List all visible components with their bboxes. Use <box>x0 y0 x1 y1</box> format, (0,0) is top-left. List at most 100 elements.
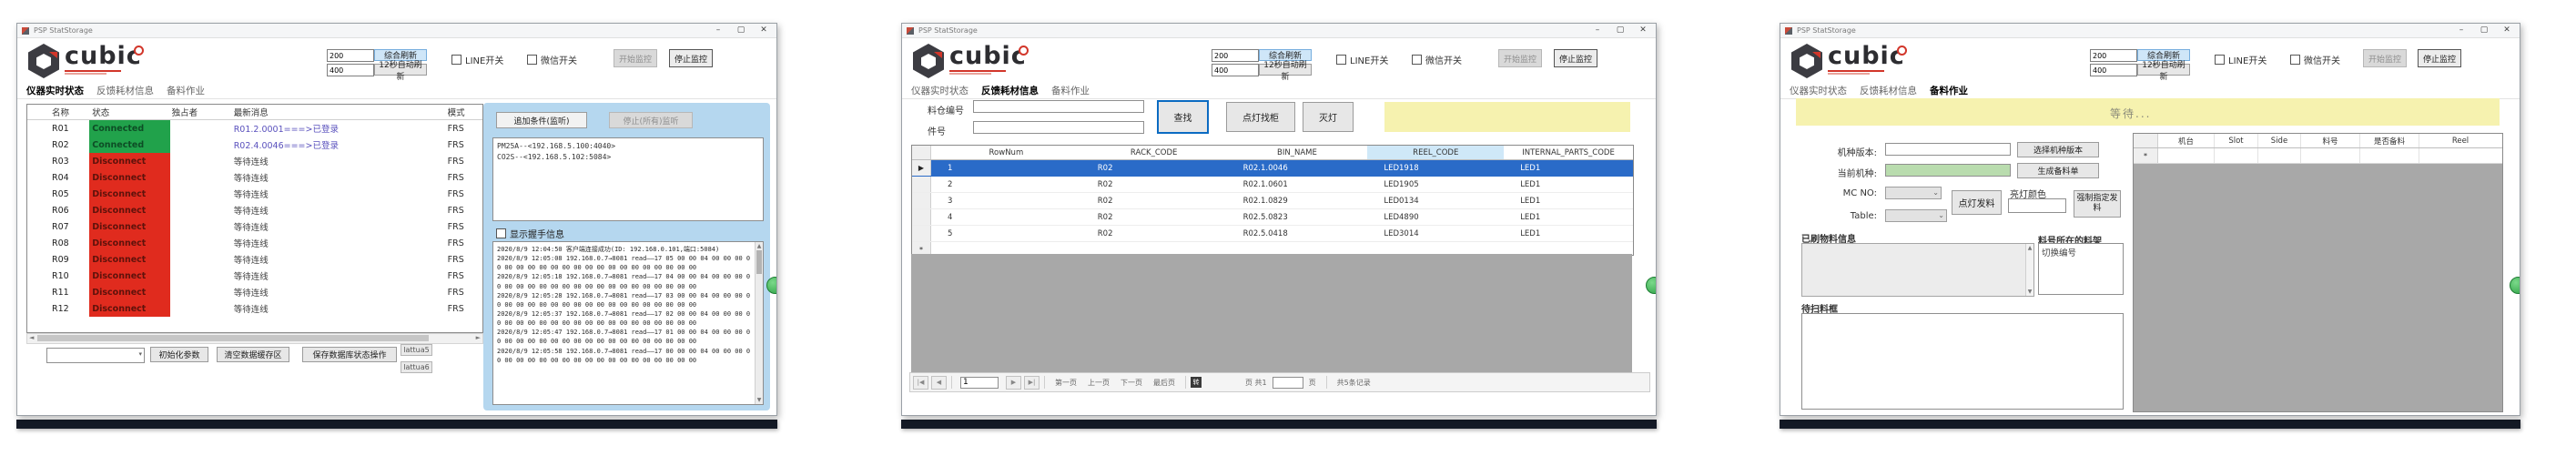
goto-page-button[interactable]: 转 <box>1191 377 1202 388</box>
close-icon[interactable]: ✕ <box>753 24 775 37</box>
scrollbar-thumb[interactable] <box>756 250 762 274</box>
device-row[interactable]: R09 Disconnect 等待连线 FRS <box>27 251 482 268</box>
bin-row[interactable]: 2 R02 R02.1.0601 LED1905 LED1 <box>912 177 1633 193</box>
vertical-scrollbar[interactable]: ▲ ▼ <box>2025 244 2033 296</box>
lattua5-button[interactable]: lattua5 <box>401 344 432 356</box>
start-monitor-button[interactable]: 开始监控 <box>614 49 657 67</box>
light-color-input[interactable] <box>2008 198 2066 213</box>
start-monitor-button[interactable]: 开始监控 <box>2363 49 2407 67</box>
wechat-switch-checkbox[interactable]: 微信开关 <box>2290 53 2340 66</box>
device-row[interactable]: R02 Connected R02.4.0046===>已登录 FRS <box>27 137 482 153</box>
rack-location-box[interactable]: 切换编号 <box>2038 243 2124 295</box>
scanned-material-box[interactable]: ▲ ▼ <box>1801 243 2034 297</box>
wechat-switch-checkbox[interactable]: 微信开关 <box>1412 53 1462 66</box>
bin-row[interactable]: 5 R02 R02.5.0418 LED3014 LED1 <box>912 226 1633 242</box>
tab-material-prep[interactable]: 备料作业 <box>1930 84 1968 97</box>
add-listen-button[interactable]: 追加条件(监听) <box>496 112 587 128</box>
tab-device-status[interactable]: 仪器实时状态 <box>911 84 969 97</box>
close-icon[interactable]: ✕ <box>2496 24 2518 37</box>
mc-no-dropdown[interactable]: ⌄ <box>1885 187 1942 199</box>
table-dropdown[interactable]: ⌄ <box>1885 209 1947 222</box>
light-off-button[interactable]: 灭灯 <box>1303 102 1354 132</box>
wechat-switch-checkbox[interactable]: 微信开关 <box>527 53 577 66</box>
first-page-icon[interactable]: |◀ <box>913 376 928 390</box>
stop-monitor-button[interactable]: 停止监控 <box>2418 49 2461 67</box>
tab-consumables[interactable]: 反馈耗材信息 <box>1860 84 1917 97</box>
tab-device-status[interactable]: 仪器实时状态 <box>1790 84 1847 97</box>
last-page-icon[interactable]: ▶| <box>1024 376 1040 390</box>
device-row[interactable]: R04 Disconnect 等待连线 FRS <box>27 169 482 186</box>
titlebar[interactable]: PSP StatStorage – ▢ ✕ <box>902 24 1656 38</box>
notification-dot[interactable] <box>2510 277 2520 294</box>
tab-material-prep[interactable]: 备料作业 <box>1051 84 1090 97</box>
scroll-up-icon[interactable]: ▲ <box>756 243 763 249</box>
force-dispatch-button[interactable]: 强制指定发料 <box>2074 190 2121 218</box>
bin-row[interactable]: 3 R02 R02.1.0829 LED0134 LED1 <box>912 193 1633 209</box>
stop-monitor-button[interactable]: 停止监控 <box>669 49 713 67</box>
model-version-input[interactable] <box>1885 143 2011 156</box>
new-row[interactable]: * <box>2134 148 2502 164</box>
device-row[interactable]: R03 Disconnect 等待连线 FRS <box>27 153 482 169</box>
current-model-input[interactable] <box>1885 164 2011 177</box>
select-version-button[interactable]: 选择机种版本 <box>2017 142 2099 157</box>
scroll-down-icon[interactable]: ▼ <box>756 397 763 403</box>
lattua6-button[interactable]: lattua6 <box>401 361 432 373</box>
auto-refresh-button[interactable]: 12秒自动刷新 <box>2137 64 2190 76</box>
mount-table[interactable]: 机台 Slot Side 料号 是否备料 Reel * <box>2133 133 2503 412</box>
maximize-icon[interactable]: ▢ <box>1609 24 1631 37</box>
interval-input-1[interactable] <box>2090 49 2137 62</box>
device-combo-box[interactable]: ▾ <box>46 348 145 363</box>
light-locate-button[interactable]: 点灯找柜 <box>1226 102 1295 132</box>
device-row[interactable]: R01 Connected R01.2.0001===>已登录 FRS <box>27 120 482 137</box>
interval-input-2[interactable] <box>2090 64 2137 76</box>
titlebar[interactable]: PSP StatStorage – ▢ ✕ <box>1780 24 2520 38</box>
device-row[interactable]: R08 Disconnect 等待连线 FRS <box>27 235 482 251</box>
auto-refresh-button[interactable]: 12秒自动刷新 <box>374 64 427 76</box>
device-row[interactable]: R05 Disconnect 等待连线 FRS <box>27 186 482 202</box>
prev-page-icon[interactable]: ◀ <box>931 376 947 390</box>
device-row[interactable]: R11 Disconnect 等待连线 FRS <box>27 284 482 300</box>
tab-device-status[interactable]: 仪器实时状态 <box>26 84 84 97</box>
device-row[interactable]: R12 Disconnect 等待连线 FRS <box>27 300 482 317</box>
bin-row[interactable]: ▶ 1 R02 R02.1.0046 LED1918 LED1 <box>912 160 1633 177</box>
handshake-checkbox[interactable]: 显示握手信息 <box>496 227 564 240</box>
device-row[interactable]: R06 Disconnect 等待连线 FRS <box>27 202 482 218</box>
device-status-table[interactable]: 名称 状态 独占者 最新消息 模式 R01 Connected R01.2.00… <box>26 104 483 333</box>
interval-input-2[interactable] <box>1212 64 1259 76</box>
endpoint-log[interactable]: PM25A--<192.168.5.100:4040>CO2S--<192.16… <box>492 137 764 221</box>
scroll-left-icon[interactable]: ◄ <box>29 334 34 342</box>
init-params-button[interactable]: 初始化参数 <box>150 347 208 362</box>
titlebar[interactable]: PSP StatStorage – ▢ ✕ <box>17 24 776 38</box>
next-page-link[interactable]: 下一页 <box>1121 378 1142 388</box>
search-button[interactable]: 查找 <box>1157 100 1209 134</box>
light-dispatch-button[interactable]: 点灯发料 <box>1952 190 2002 215</box>
minimize-icon[interactable]: – <box>1587 24 1608 37</box>
prev-page-link[interactable]: 上一页 <box>1088 378 1110 388</box>
save-state-button[interactable]: 保存数据库状态操作 <box>302 347 397 362</box>
vertical-scrollbar[interactable]: ▲ ▼ <box>755 242 763 404</box>
stop-listen-button[interactable]: 停止(所有)监听 <box>609 112 693 128</box>
minimize-icon[interactable]: – <box>707 24 729 37</box>
stop-monitor-button[interactable]: 停止监控 <box>1554 49 1597 67</box>
scroll-right-icon[interactable]: ► <box>476 334 481 342</box>
tab-consumables[interactable]: 反馈耗材信息 <box>981 84 1039 97</box>
scroll-up-icon[interactable]: ▲ <box>2026 245 2033 251</box>
close-icon[interactable]: ✕ <box>1632 24 1654 37</box>
notification-dot[interactable] <box>766 277 777 294</box>
line-switch-checkbox[interactable]: LINE开关 <box>1336 53 1388 66</box>
clear-data-button[interactable]: 清空数据缓存区 <box>217 347 289 362</box>
page-number-input[interactable] <box>960 377 999 389</box>
interval-input-1[interactable] <box>327 49 374 62</box>
next-page-icon[interactable]: ▶ <box>1006 376 1021 390</box>
tab-material-prep[interactable]: 备料作业 <box>167 84 205 97</box>
maximize-icon[interactable]: ▢ <box>730 24 752 37</box>
line-switch-checkbox[interactable]: LINE开关 <box>2215 53 2267 66</box>
bin-table[interactable]: RowNum RACK_CODE BIN_NAME REEL_CODE INTE… <box>911 145 1634 256</box>
pending-scan-box[interactable] <box>1801 313 2124 410</box>
first-page-link[interactable]: 第一页 <box>1055 378 1077 388</box>
bin-row[interactable]: 4 R02 R02.5.0823 LED4890 LED1 <box>912 209 1633 226</box>
horizontal-scrollbar[interactable]: ◄ ► <box>26 333 483 344</box>
auto-refresh-button[interactable]: 12秒自动刷新 <box>1259 64 1312 76</box>
line-switch-checkbox[interactable]: LINE开关 <box>451 53 503 66</box>
interval-input-2[interactable] <box>327 64 374 76</box>
